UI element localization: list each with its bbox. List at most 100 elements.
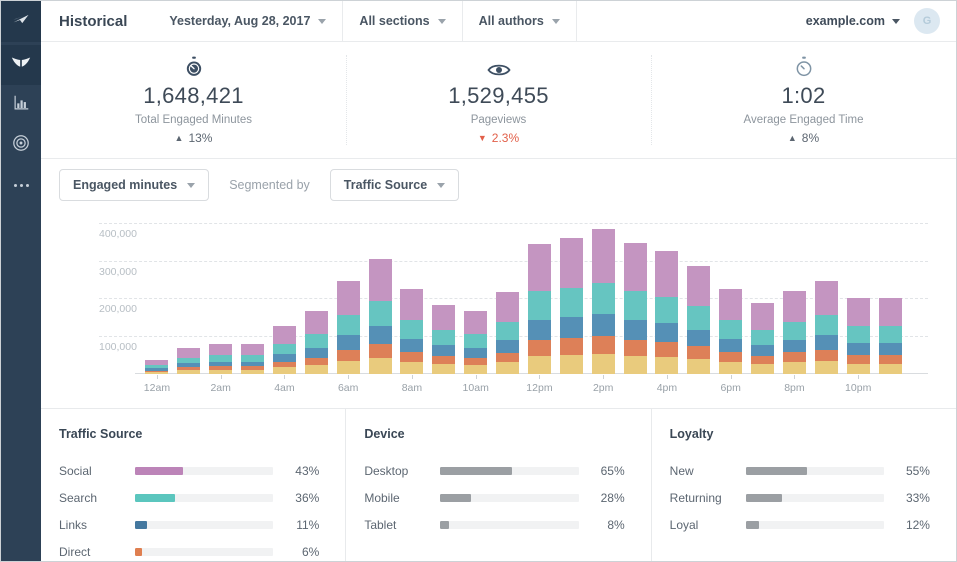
bar-segment-social: [241, 344, 264, 355]
meter-label: Loyal: [670, 518, 746, 532]
bar-stack: [177, 348, 200, 374]
authors-dropdown[interactable]: All authors: [463, 1, 577, 42]
sections-dropdown[interactable]: All sections: [343, 1, 462, 42]
page-title: Historical: [59, 13, 127, 30]
bar-12am[interactable]: 12am: [141, 224, 173, 374]
meter-percentage: 33%: [884, 491, 930, 505]
chart-bars: 12am 2am 4am 6am 8am 10am 12pm 2pm 4pm 6pm 8pm 10pm: [141, 224, 906, 374]
bar-10am[interactable]: 10am: [460, 224, 492, 374]
bar-segment-links: [369, 326, 392, 344]
bar-3am[interactable]: [237, 224, 269, 374]
bar-1pm[interactable]: [555, 224, 587, 374]
bar-segment-other: [528, 356, 551, 374]
x-axis-tick-label: 4am: [274, 382, 294, 394]
bar-segment-direct: [751, 356, 774, 365]
app-window: Historical Yesterday, Aug 28, 2017 All s…: [0, 0, 957, 562]
target-icon: [12, 134, 30, 157]
stat-delta: ▼2.3%: [478, 131, 519, 145]
bar-segment-links: [337, 335, 360, 349]
meter-track: [135, 548, 273, 556]
bar-stack: [687, 266, 710, 374]
bar-stack: [432, 305, 455, 374]
meter-track: [746, 521, 884, 529]
sidebar-item-more[interactable]: [1, 165, 41, 205]
bar-segment-social: [687, 266, 710, 306]
bar-stack: [815, 281, 838, 374]
bar-stack: [879, 298, 902, 374]
meter-row-direct: Direct6%: [59, 538, 319, 562]
chevron-down-icon: [892, 19, 900, 24]
sidebar-item-goals[interactable]: [1, 125, 41, 165]
meter-label: Search: [59, 491, 135, 505]
site-dropdown[interactable]: example.com: [806, 14, 900, 28]
meter-fill: [135, 548, 142, 556]
bar-11am[interactable]: [492, 224, 524, 374]
y-axis-tick-label: 300,000: [99, 266, 137, 278]
stat-label: Total Engaged Minutes: [135, 114, 252, 126]
stat-delta: ▲8%: [788, 131, 819, 145]
meter-percentage: 28%: [579, 491, 625, 505]
panel-title: Device: [364, 427, 624, 441]
meter-percentage: 65%: [579, 464, 625, 478]
bar-segment-search: [687, 306, 710, 329]
bar-7pm[interactable]: [747, 224, 779, 374]
meter-row-desktop: Desktop65%: [364, 457, 624, 484]
meter-fill: [746, 467, 807, 475]
segment-value: Traffic Source: [344, 178, 427, 192]
metric-dropdown[interactable]: Engaged minutes: [59, 169, 209, 201]
meter-track: [135, 521, 273, 529]
bar-4am[interactable]: 4am: [269, 224, 301, 374]
bar-11pm[interactable]: [874, 224, 906, 374]
bar-segment-direct: [879, 355, 902, 364]
bar-segment-direct: [592, 336, 615, 353]
sidebar-item-pulse[interactable]: [1, 45, 41, 85]
panel-title: Traffic Source: [59, 427, 319, 441]
bar-segment-links: [783, 340, 806, 353]
bar-8pm[interactable]: 8pm: [779, 224, 811, 374]
bar-5am[interactable]: [300, 224, 332, 374]
panel-title: Loyalty: [670, 427, 930, 441]
app-logo[interactable]: [1, 1, 41, 42]
bar-9pm[interactable]: [810, 224, 842, 374]
bar-10pm[interactable]: 10pm: [842, 224, 874, 374]
date-range-dropdown[interactable]: Yesterday, Aug 28, 2017: [153, 1, 343, 42]
avatar[interactable]: G: [914, 8, 940, 34]
bar-segment-social: [624, 243, 647, 291]
sidebar-item-historical[interactable]: [1, 85, 41, 125]
bar-12pm[interactable]: 12pm: [524, 224, 556, 374]
bar-stack: [560, 238, 583, 374]
bar-2pm[interactable]: 2pm: [587, 224, 619, 374]
bar-segment-direct: [369, 344, 392, 358]
bar-segment-links: [528, 320, 551, 340]
bar-segment-direct: [337, 350, 360, 361]
bar-4pm[interactable]: 4pm: [651, 224, 683, 374]
header: Historical Yesterday, Aug 28, 2017 All s…: [41, 1, 956, 42]
bar-8am[interactable]: 8am: [396, 224, 428, 374]
bar-6am[interactable]: 6am: [332, 224, 364, 374]
bar-segment-search: [305, 334, 328, 348]
bar-segment-social: [209, 344, 232, 355]
bar-segment-direct: [400, 352, 423, 362]
chart-section: 100,000200,000300,000400,00012am2am4am6a…: [41, 211, 956, 408]
bar-5pm[interactable]: [683, 224, 715, 374]
segmented-by-label: Segmented by: [229, 178, 310, 192]
bar-9am[interactable]: [428, 224, 460, 374]
bar-stack: [337, 281, 360, 374]
eye-icon: [487, 56, 511, 78]
bar-segment-other: [624, 356, 647, 374]
bar-7am[interactable]: [364, 224, 396, 374]
bar-chart-icon: [13, 94, 30, 116]
meter-label: Mobile: [364, 491, 440, 505]
stat-value: 1,648,421: [143, 83, 244, 109]
bar-3pm[interactable]: [619, 224, 651, 374]
bar-segment-other: [241, 370, 264, 374]
ellipsis-icon: [14, 184, 29, 187]
bar-segment-social: [400, 289, 423, 321]
bar-stack: [751, 303, 774, 374]
bar-1am[interactable]: [173, 224, 205, 374]
bar-2am[interactable]: 2am: [205, 224, 237, 374]
bar-segment-direct: [528, 340, 551, 356]
segment-dropdown[interactable]: Traffic Source: [330, 169, 459, 201]
bar-6pm[interactable]: 6pm: [715, 224, 747, 374]
bar-segment-links: [815, 335, 838, 349]
